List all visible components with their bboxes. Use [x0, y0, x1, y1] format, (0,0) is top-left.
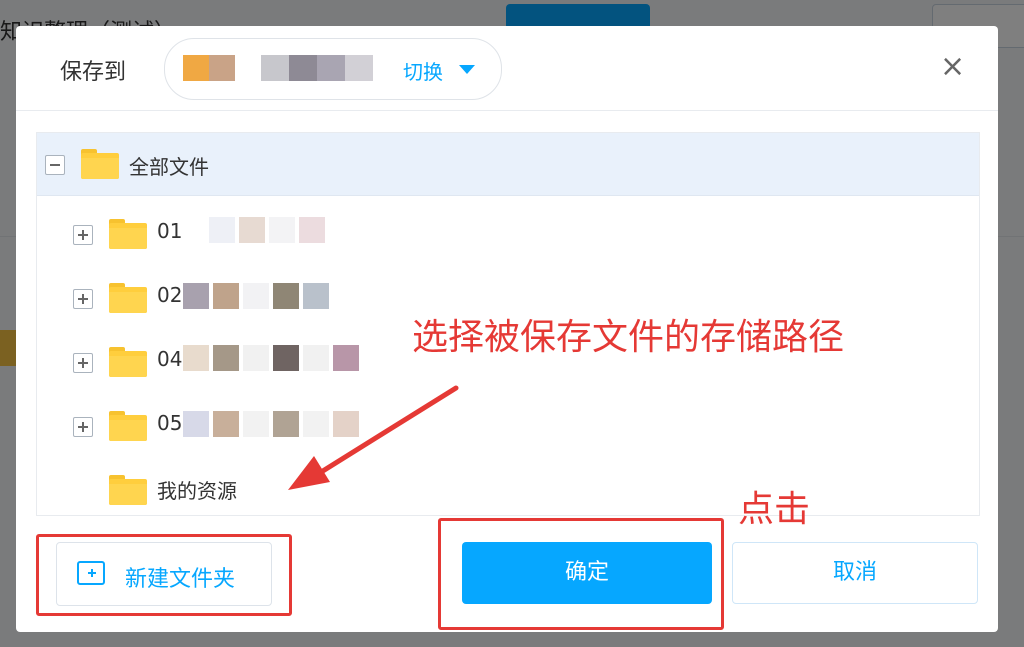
annotation-path-hint: 选择被保存文件的存储路径 [412, 317, 845, 358]
annotation-click-hint: 点击 [738, 489, 811, 530]
